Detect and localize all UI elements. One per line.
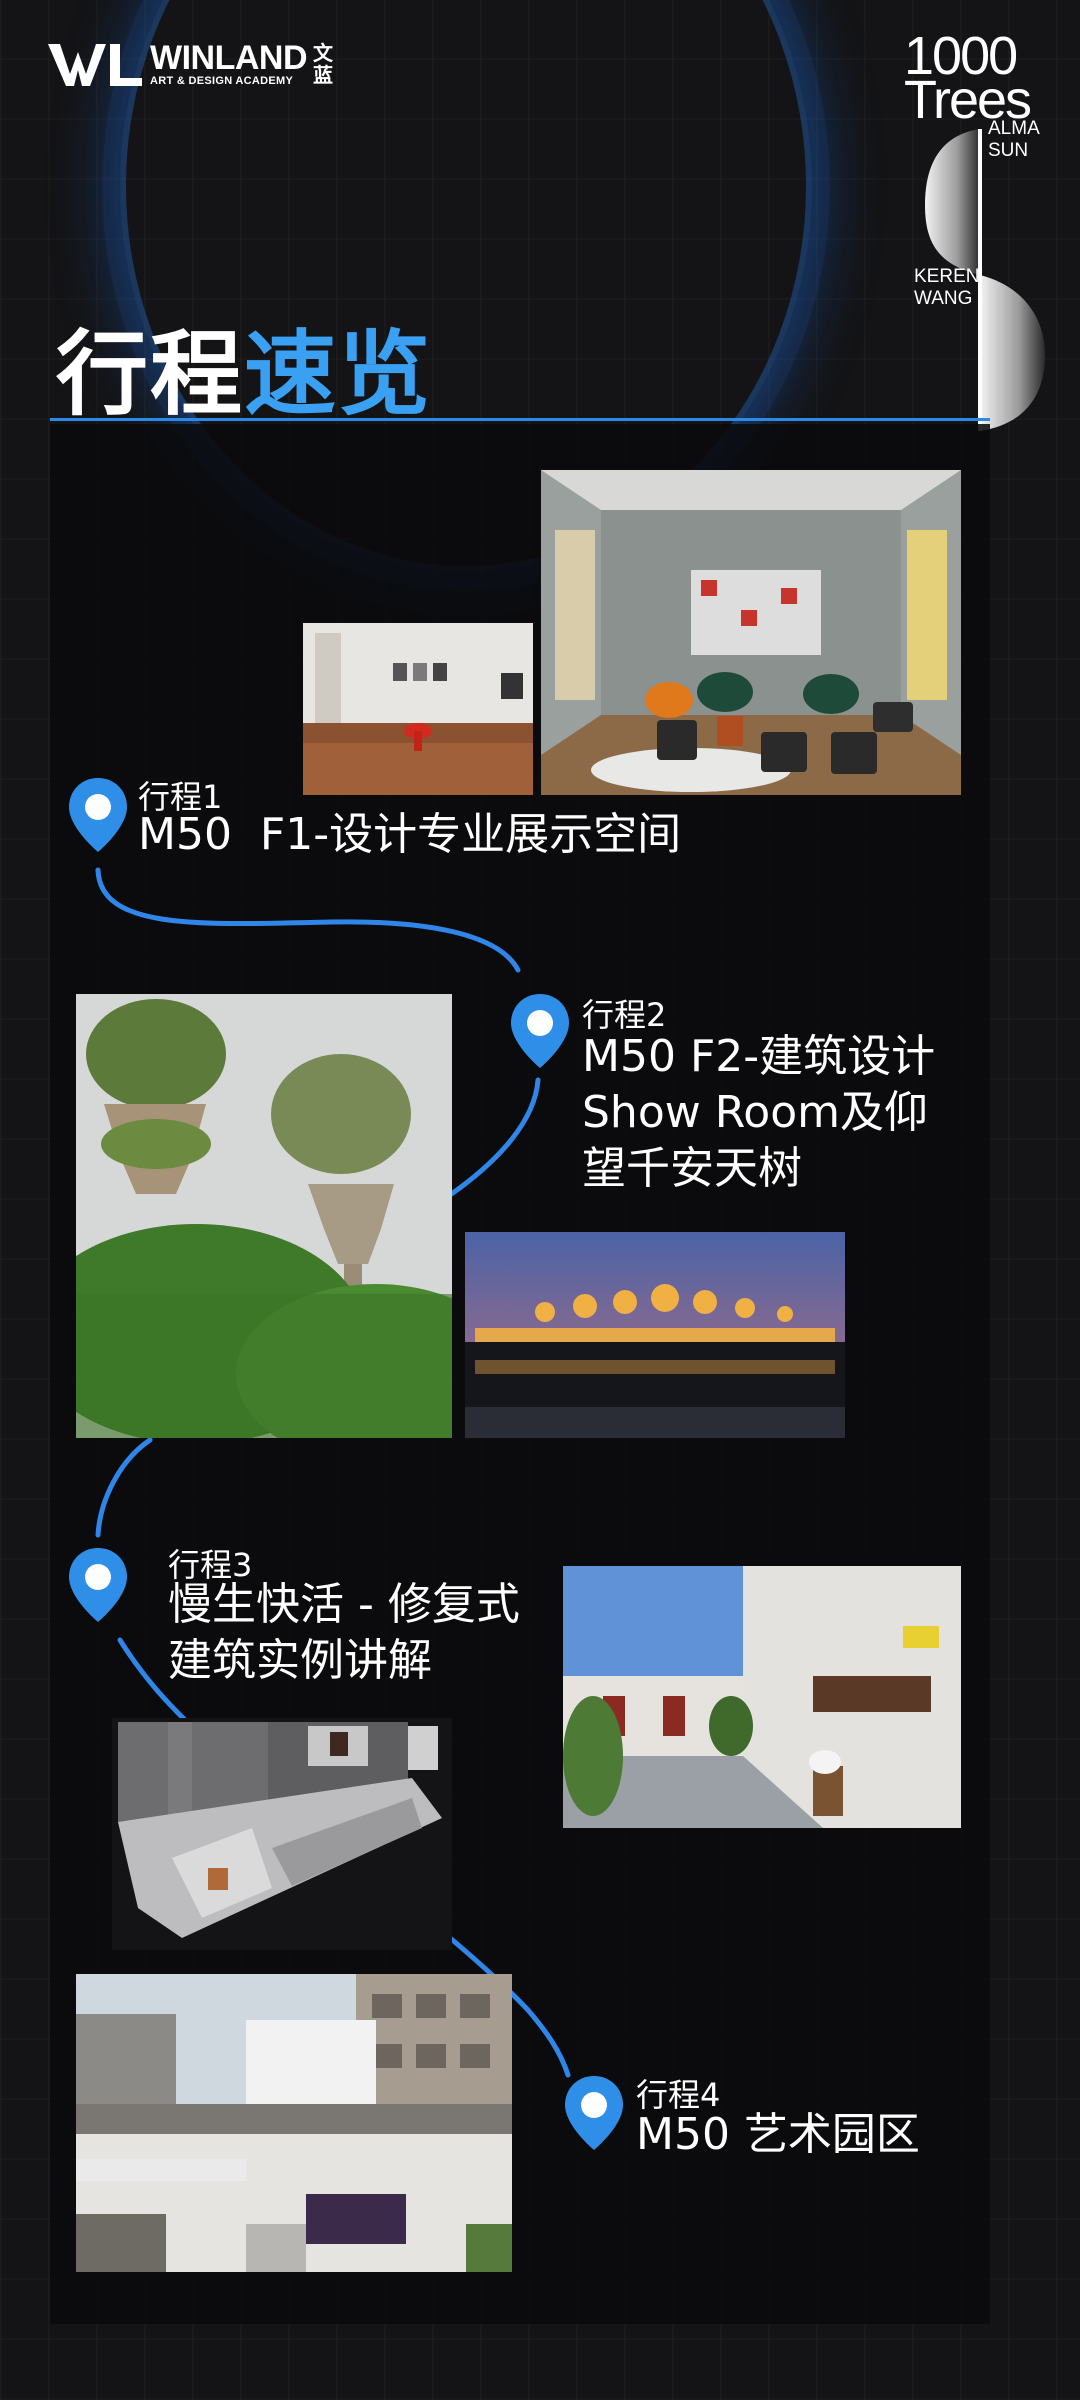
location-pin-icon	[69, 778, 127, 852]
location-pin-icon	[511, 994, 569, 1068]
photo-showroom-lounge	[541, 470, 961, 795]
location-pin-icon	[69, 1548, 127, 1622]
location-pin-icon	[565, 2076, 623, 2150]
stop-2-title-line-2: Show Room及仰	[582, 1087, 929, 1138]
stop-3-title-line-1: 慢生快活 - 修复式	[168, 1579, 520, 1630]
stop-4-title: M50 艺术园区	[636, 2109, 920, 2160]
photo-night-riverfront	[465, 1232, 845, 1438]
photo-courtyard-restoration	[563, 1566, 961, 1828]
stop-1-title: M50 F1-设计专业展示空间	[138, 809, 682, 860]
photo-floor-plan	[112, 1718, 452, 1950]
photo-gallery-room	[303, 623, 533, 795]
photo-tree-planters	[76, 994, 452, 1438]
photo-m50-art-park	[76, 1974, 512, 2272]
stop-3-title-line-2: 建筑实例讲解	[168, 1635, 432, 1686]
stop-2-title-line-1: M50 F2-建筑设计	[582, 1031, 936, 1082]
stop-2-title-line-3: 望千安天树	[582, 1143, 802, 1194]
